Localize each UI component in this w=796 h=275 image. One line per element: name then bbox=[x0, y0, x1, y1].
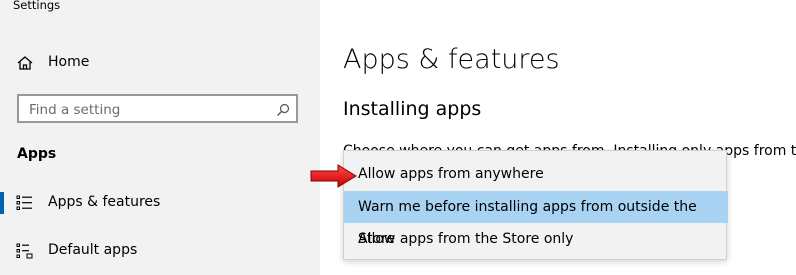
search-input[interactable] bbox=[27, 99, 271, 121]
dropdown-option-label: Allow apps from the Store only bbox=[358, 231, 574, 247]
home-label: Home bbox=[48, 54, 90, 70]
home-nav-item[interactable]: Home bbox=[0, 50, 320, 76]
dropdown-option-store-only[interactable]: Allow apps from the Store only bbox=[344, 223, 728, 255]
window-title: Settings bbox=[13, 0, 61, 12]
default-apps-icon bbox=[16, 243, 34, 259]
section-heading-apps: Apps bbox=[17, 146, 57, 162]
sidebar-item-apps-features[interactable]: Apps & features bbox=[0, 188, 320, 218]
sidebar: Settings Home Apps bbox=[0, 0, 320, 275]
dropdown-option-label: Allow apps from anywhere bbox=[358, 166, 544, 182]
page-title: Apps & features bbox=[343, 44, 560, 75]
home-icon bbox=[16, 54, 34, 72]
active-indicator bbox=[0, 192, 4, 214]
search-icon[interactable] bbox=[276, 102, 290, 116]
app-source-dropdown-list[interactable]: Allow apps from anywhere Warn me before … bbox=[343, 150, 728, 260]
dropdown-option-anywhere[interactable]: Allow apps from anywhere bbox=[344, 158, 728, 190]
sidebar-item-default-apps[interactable]: Default apps bbox=[0, 236, 320, 266]
sidebar-item-label: Default apps bbox=[48, 242, 138, 258]
dropdown-option-warn[interactable]: Warn me before installing apps from outs… bbox=[344, 191, 728, 247]
sidebar-item-label: Apps & features bbox=[48, 194, 161, 210]
apps-features-icon bbox=[16, 195, 34, 211]
red-arrow-annotation-icon bbox=[310, 164, 357, 188]
search-box[interactable] bbox=[17, 94, 298, 123]
section-subheading: Installing apps bbox=[343, 98, 482, 120]
